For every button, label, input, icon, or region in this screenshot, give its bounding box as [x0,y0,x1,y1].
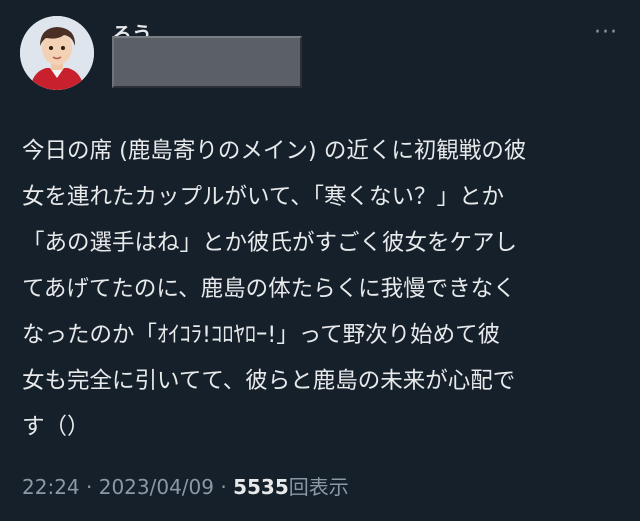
avatar-illustration-icon [20,16,94,90]
tweet-line: なったのか「ｵｲｺﾗ!ｺﾛﾔﾛｰ!」って野次り始めて彼 [22,322,501,348]
tweet-line: す（） [22,414,90,440]
redaction-box [112,36,302,88]
avatar[interactable] [20,16,94,90]
tweet-date[interactable]: 2023/04/09 [99,475,214,499]
tweet-text: 今日の席 (鹿島寄りのメイン) の近くに初観戦の彼 女を連れたカップルがいて、「… [22,128,622,450]
tweet-time[interactable]: 22:24 [22,475,80,499]
tweet-line: 女も完全に引いてて、彼らと鹿島の未来が心配で [22,368,516,394]
view-count: 5535 [233,475,289,499]
separator: · [214,475,234,499]
tweet-detail: ろう ··· 今日の席 (鹿島寄りのメイン) の近くに初観戦の彼 女を連れたカッ… [0,0,640,521]
tweet-line: 女を連れたカップルがいて、「寒くない？」とか [22,184,504,210]
tweet-meta: 22:24 · 2023/04/09 · 5535回表示 [22,474,349,500]
view-label: 回表示 [288,475,349,499]
more-options-button[interactable]: ··· [590,19,622,45]
tweet-line: 今日の席 (鹿島寄りのメイン) の近くに初観戦の彼 [22,138,527,164]
separator: · [79,475,99,499]
tweet-line: てあげてたのに、鹿島の体たらくに我慢できなく [22,276,516,302]
more-icon: ··· [594,19,618,45]
tweet-line: 「あの選手はね」とか彼氏がすごく彼女をケアし [22,230,518,256]
